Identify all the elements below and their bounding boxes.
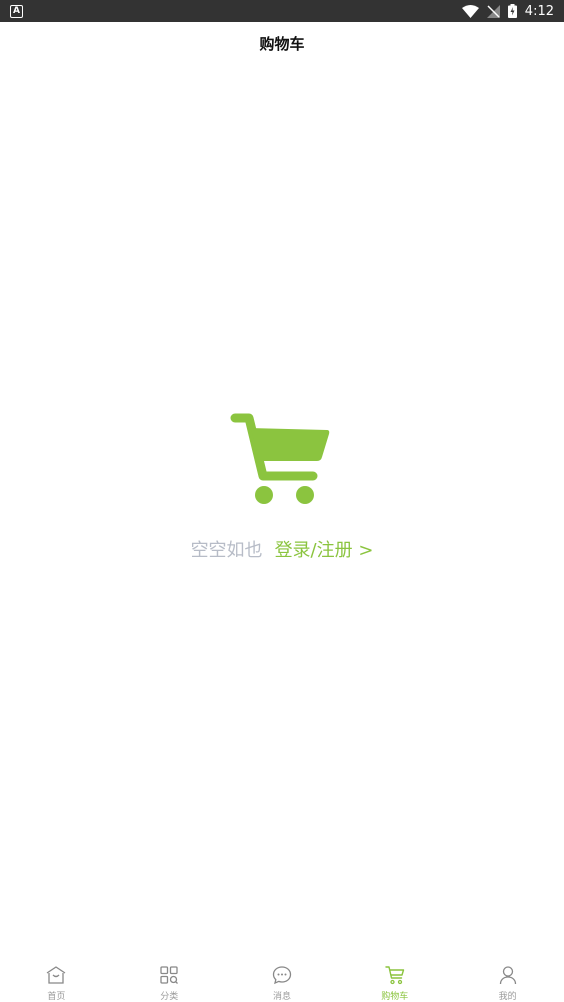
tab-message[interactable]: 消息: [226, 956, 339, 1002]
empty-message: 空空如也: [190, 540, 263, 561]
category-icon: [160, 966, 179, 984]
status-time: 4:12: [524, 3, 554, 19]
cart-icon: [385, 966, 404, 985]
wifi-icon: [461, 4, 479, 18]
tab-category[interactable]: 分类: [113, 956, 226, 1002]
tab-label: 首页: [47, 992, 66, 1002]
message-icon: [272, 966, 292, 985]
no-signal-icon: [486, 4, 500, 18]
status-bar: A 4:12: [0, 0, 564, 22]
home-icon: [47, 966, 66, 984]
tab-label: 分类: [160, 992, 179, 1002]
empty-cart-icon: [230, 413, 330, 504]
login-register-link[interactable]: 登录/注册 >: [275, 536, 374, 562]
bottom-tab-bar: 首页 分类 消息 购物车 我的: [0, 956, 564, 1002]
tab-label: 我的: [498, 992, 517, 1002]
tab-label: 购物车: [381, 992, 409, 1002]
battery-charging-icon: [507, 4, 517, 18]
tab-label: 消息: [272, 992, 291, 1002]
empty-state: 空空如也 登录/注册 >: [0, 410, 564, 562]
title-bar: 购物车: [0, 22, 564, 64]
tab-home[interactable]: 首页: [0, 956, 113, 1002]
page-title: 购物车: [259, 34, 305, 53]
tab-profile[interactable]: 我的: [451, 956, 564, 1002]
app-notification-icon: A: [10, 4, 23, 18]
tab-cart[interactable]: 购物车: [338, 956, 451, 1002]
profile-icon: [499, 966, 516, 985]
